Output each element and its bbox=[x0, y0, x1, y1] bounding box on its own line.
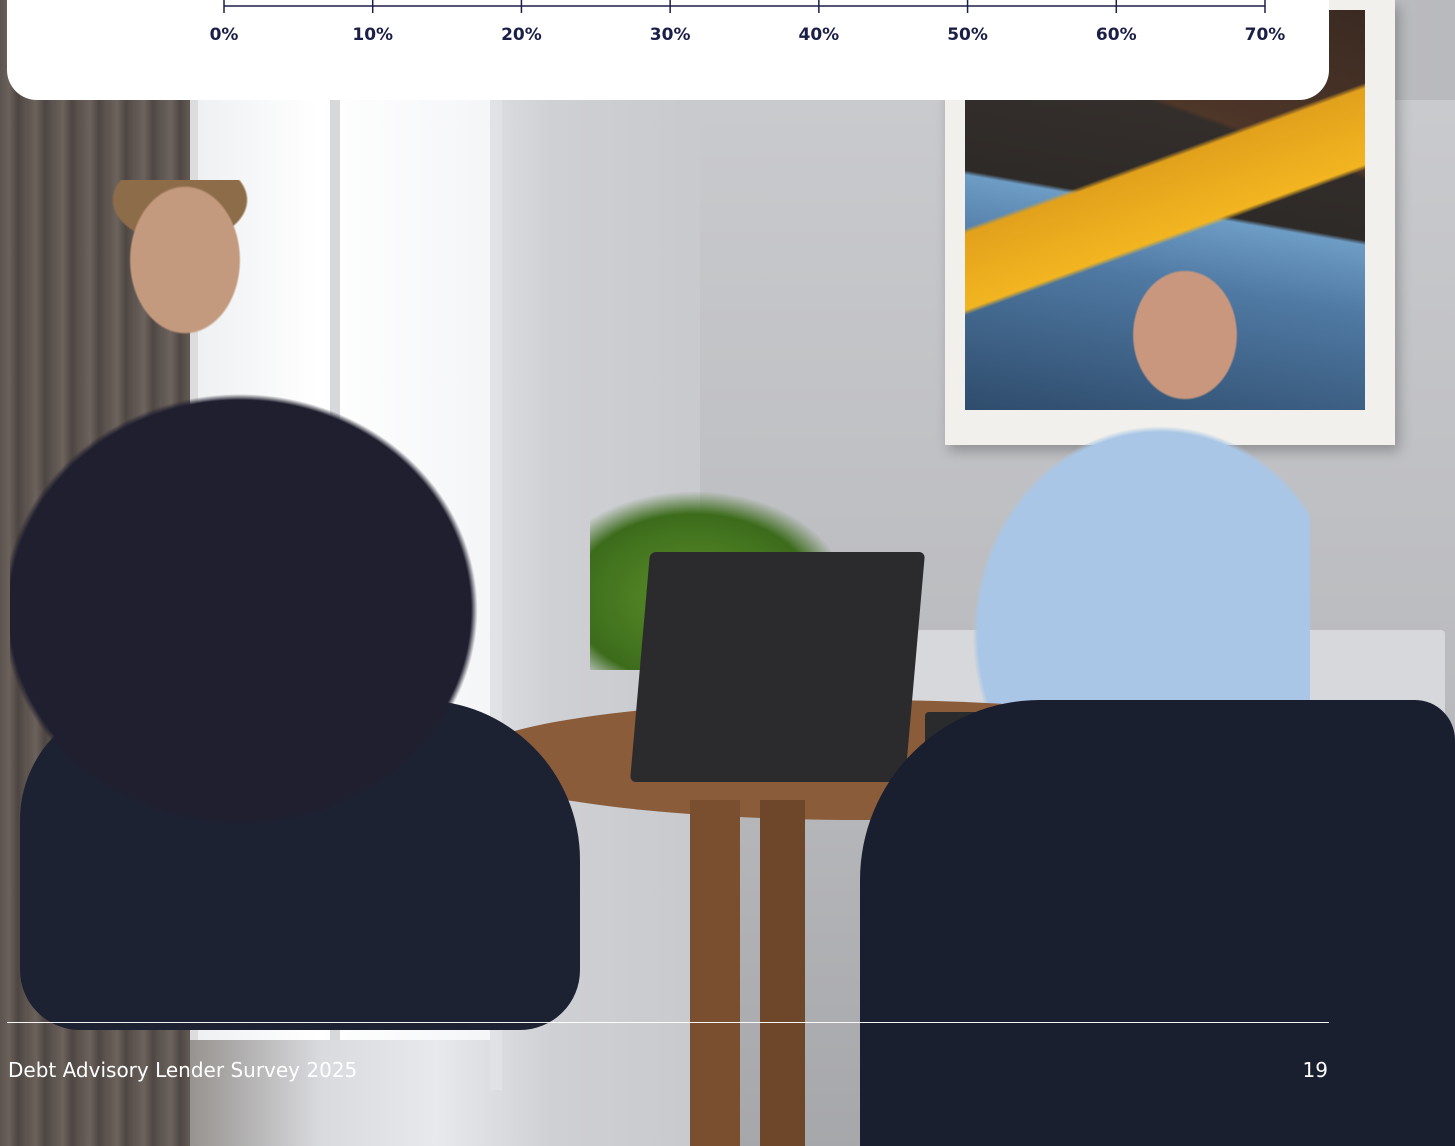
laptop bbox=[629, 552, 926, 782]
x-tick-label: 10% bbox=[352, 25, 393, 45]
smiling-man bbox=[900, 225, 1310, 745]
office-meeting-photo bbox=[0, 0, 1455, 1146]
x-tick-label: 40% bbox=[799, 25, 840, 45]
armchair-right bbox=[860, 700, 1455, 1146]
footer-title: Debt Advisory Lender Survey 2025 bbox=[8, 1058, 358, 1082]
man-in-blazer bbox=[10, 180, 670, 980]
table-leg bbox=[760, 800, 805, 1146]
footer-divider bbox=[7, 1022, 1329, 1023]
x-tick-label: 20% bbox=[501, 25, 542, 45]
x-tick-label: 0% bbox=[210, 25, 239, 45]
page-number: 19 bbox=[1302, 1058, 1328, 1082]
x-tick-label: 50% bbox=[947, 25, 988, 45]
x-tick-label: 30% bbox=[650, 25, 691, 45]
table-leg bbox=[690, 800, 740, 1146]
chart-x-axis: 0% 10% 20% 30% 40% 50% 60% 70% bbox=[210, 0, 1286, 45]
chart-card: 0% 10% 20% 30% 40% 50% 60% 70% bbox=[7, 0, 1329, 100]
x-tick-label: 60% bbox=[1096, 25, 1137, 45]
x-tick-label: 70% bbox=[1245, 25, 1286, 45]
